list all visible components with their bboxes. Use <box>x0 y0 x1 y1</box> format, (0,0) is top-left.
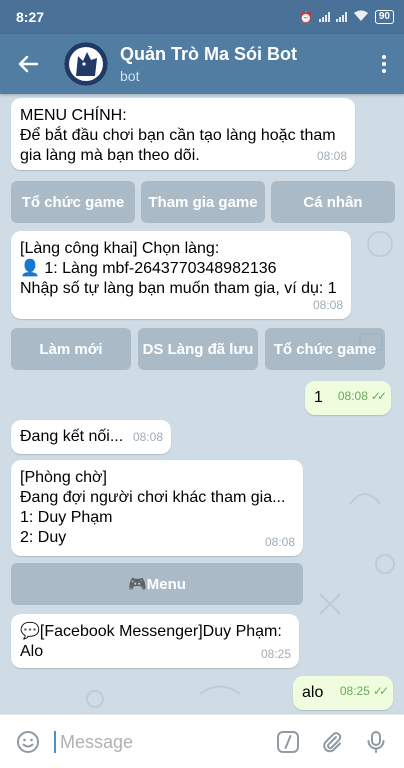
message-text: 👤 1: Làng mbf-2643770348982136 <box>20 260 277 277</box>
message-time-text: 08:08 <box>337 389 368 403</box>
signal-icon-2 <box>335 12 347 22</box>
message-text: Nhập số tự làng bạn muốn tham gia, ví dụ… <box>20 280 337 297</box>
keyboard-button-refresh[interactable]: Làm mới <box>11 328 131 370</box>
message-input[interactable]: Message <box>54 730 266 753</box>
keyboard-button-saved-villages[interactable]: DS Làng đã lưu <box>138 328 258 370</box>
message-text: Alo <box>20 643 44 660</box>
message-text: MENU CHÍNH: <box>20 107 127 124</box>
message-text: [Phòng chờ] <box>20 469 107 486</box>
battery-indicator: 90 <box>374 10 394 24</box>
message-time: 08:25 <box>260 647 291 661</box>
message-text: gia làng mà bạn theo dõi. <box>20 147 200 164</box>
message-time: 08:08 <box>312 298 343 312</box>
keyboard-button-personal[interactable]: Cá nhân <box>271 181 395 223</box>
chat-subtitle: bot <box>120 68 140 84</box>
message-text: Đang đợi người chơi khác tham gia... <box>20 489 286 506</box>
message-bubble[interactable]: [Làng công khai] Chọn làng: 👤 1: Làng mb… <box>11 231 351 319</box>
keyboard-button-organize-game[interactable]: Tổ chức game <box>11 181 135 223</box>
status-time: 8:27 <box>16 9 45 25</box>
keyboard-button-menu[interactable]: 🎮Menu <box>11 563 303 605</box>
outgoing-message-bubble[interactable]: alo 08:25 ✓✓ <box>293 676 393 710</box>
slash-command-icon <box>277 730 299 753</box>
paperclip-icon <box>323 731 342 752</box>
message-bubble[interactable]: MENU CHÍNH: Để bắt đầu chơi bạn cần tạo … <box>11 98 355 170</box>
back-arrow-icon <box>18 55 38 73</box>
keyboard-button-organize-game-2[interactable]: Tổ chức game <box>265 328 385 370</box>
double-check-icon: ✓✓ <box>372 684 389 698</box>
message-bubble[interactable]: Đang kết nối... 08:08 <box>11 420 171 454</box>
chat-title: Quản Trò Ma Sói Bot <box>120 44 298 64</box>
message-text: Để bắt đầu chơi bạn cần tạo làng hoặc th… <box>20 127 336 144</box>
message-time: 08:25 ✓✓ <box>339 681 389 701</box>
alarm-icon: ⏰ <box>299 11 313 24</box>
message-time: 08:08 <box>264 535 295 549</box>
back-button[interactable] <box>0 34 56 94</box>
message-text: 1 <box>314 389 323 406</box>
bot-avatar[interactable] <box>64 42 108 86</box>
chat-header: Quản Trò Ma Sói Bot bot <box>0 34 404 94</box>
message-time: 08:08 <box>316 149 347 163</box>
microphone-icon <box>367 730 385 753</box>
double-check-icon: ✓✓ <box>370 389 387 403</box>
message-text: 💬[Facebook Messenger]Duy Phạm: <box>20 623 282 640</box>
status-bar: 8:27 ⏰ 90 <box>0 0 404 34</box>
keyboard-button-join-game[interactable]: Tham gia game <box>141 181 265 223</box>
more-vert-icon <box>382 55 386 73</box>
wifi-icon <box>353 10 369 25</box>
wolf-avatar <box>64 42 108 86</box>
chat-area[interactable]: MENU CHÍNH: Để bắt đầu chơi bạn cần tạo … <box>0 94 404 714</box>
message-time: 08:08 ✓✓ <box>337 386 387 406</box>
message-text: alo <box>302 684 324 701</box>
more-options-button[interactable] <box>364 34 404 94</box>
attach-button[interactable] <box>310 715 354 768</box>
status-icons: ⏰ 90 <box>299 10 394 25</box>
outgoing-message-bubble[interactable]: 1 08:08 ✓✓ <box>305 381 391 415</box>
message-text: [Làng công khai] Chọn làng: <box>20 240 220 257</box>
chat-titles[interactable]: Quản Trò Ma Sói Bot bot <box>120 44 297 84</box>
message-bubble[interactable]: [Phòng chờ] Đang đợi người chơi khác tha… <box>11 460 303 556</box>
message-text: 2: Duy <box>20 529 67 546</box>
message-time: 08:08 <box>132 430 163 444</box>
voice-button[interactable] <box>354 715 398 768</box>
message-text: Đang kết nối... <box>20 428 124 445</box>
signal-icon <box>318 12 330 22</box>
message-bubble[interactable]: 💬[Facebook Messenger]Duy Phạm: Alo 08:25 <box>11 614 299 668</box>
message-text: 1: Duy Phạm <box>20 509 113 526</box>
message-time-text: 08:25 <box>339 684 370 698</box>
emoji-icon <box>17 730 39 753</box>
message-input-bar: Message <box>0 714 404 768</box>
bot-command-button[interactable] <box>266 715 310 768</box>
emoji-button[interactable] <box>6 715 50 768</box>
